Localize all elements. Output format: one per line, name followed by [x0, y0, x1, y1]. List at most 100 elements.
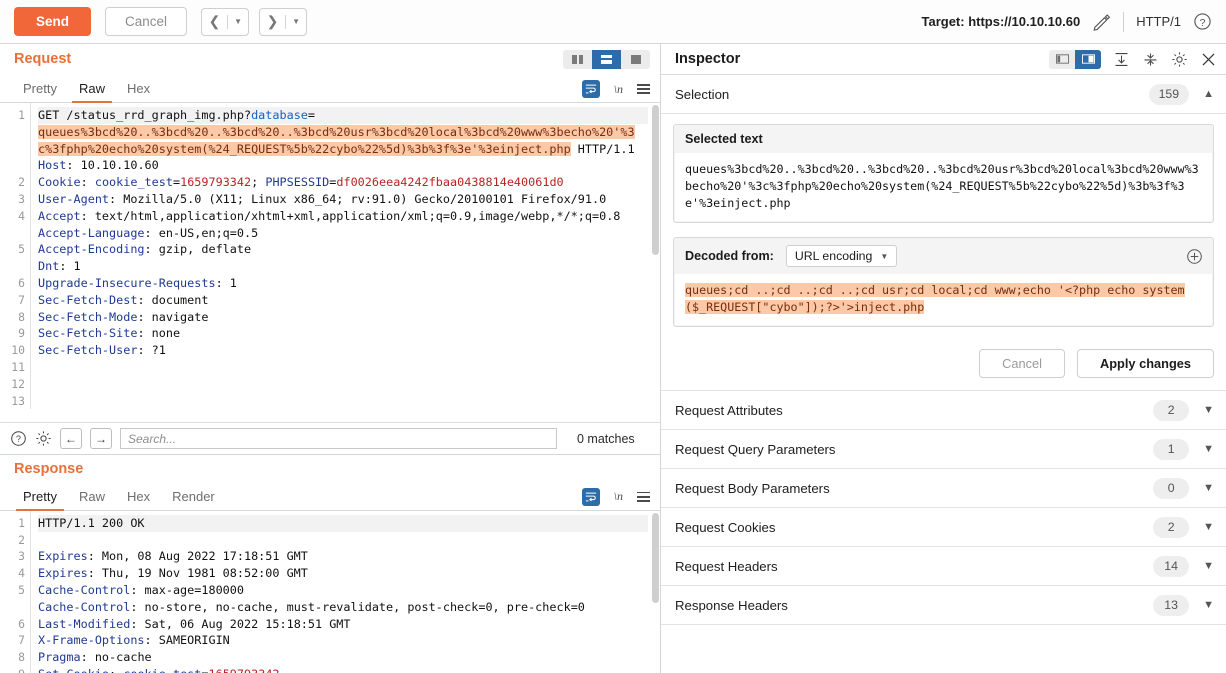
history-forward-group[interactable]: ❯ ▼ [259, 8, 307, 36]
inspector-dock-right-icon[interactable] [1075, 50, 1101, 69]
inspector-section-response-headers[interactable]: Response Headers 13 ▼ [661, 586, 1226, 625]
tab-request-raw[interactable]: Raw [68, 81, 116, 102]
request-tabs: Pretty Raw Hex \n [0, 74, 660, 103]
tab-request-hex[interactable]: Hex [116, 81, 161, 102]
apply-changes-button[interactable]: Apply changes [1077, 349, 1214, 378]
tab-response-render[interactable]: Render [161, 489, 226, 510]
selection-section-body: Selected text queues%3bcd%20..%3bcd%20..… [661, 114, 1226, 347]
response-editor[interactable]: 12345 .6789 HTTP/1.1 200 OK Expires: Mon… [0, 511, 660, 673]
cancel-button[interactable]: Cancel [105, 7, 187, 36]
search-input[interactable] [120, 428, 557, 449]
chevron-down-icon[interactable]: ▼ [1203, 521, 1214, 533]
tab-response-pretty[interactable]: Pretty [12, 489, 68, 510]
request-code[interactable]: GET /status_rrd_graph_img.php?database=q… [30, 103, 660, 409]
section-label: Selection [675, 87, 729, 102]
decoded-from-label: Decoded from: [685, 249, 774, 263]
chevron-up-icon[interactable]: ▲ [1203, 88, 1214, 100]
close-icon[interactable] [1200, 51, 1217, 68]
chevron-down-icon[interactable]: ▼ [1203, 599, 1214, 611]
editor-menu-icon[interactable] [637, 84, 650, 94]
inspector-section-request-cookies[interactable]: Request Cookies 2 ▼ [661, 508, 1226, 547]
target-label: Target: https://10.10.10.60 [921, 14, 1080, 29]
inspector-tools [1049, 50, 1217, 69]
tab-response-hex[interactable]: Hex [116, 489, 161, 510]
inspector-title: Inspector [675, 51, 740, 67]
tab-response-raw[interactable]: Raw [68, 489, 116, 510]
inspector-section-request-body-parameters[interactable]: Request Body Parameters 0 ▼ [661, 469, 1226, 508]
section-count-badge: 14 [1153, 556, 1189, 577]
selected-text-box: Selected text queues%3bcd%20..%3bcd%20..… [673, 124, 1214, 223]
send-button[interactable]: Send [14, 7, 91, 36]
word-wrap-icon[interactable] [582, 488, 600, 506]
history-forward-dropdown-icon[interactable]: ▼ [286, 9, 306, 35]
decoder-select-value: URL encoding [795, 249, 872, 263]
section-count-badge: 13 [1153, 595, 1189, 616]
newline-icon[interactable]: \n [614, 82, 623, 97]
selected-text-value[interactable]: queues%3bcd%20..%3bcd%20..%3bcd%20..%3bc… [675, 153, 1212, 221]
svg-text:?: ? [1200, 18, 1206, 29]
inspector-section-request-query-parameters[interactable]: Request Query Parameters 1 ▼ [661, 430, 1226, 469]
request-panel-title: Request [14, 51, 71, 67]
chevron-down-icon[interactable]: ▼ [1203, 482, 1214, 494]
search-prev-button[interactable]: ← [60, 428, 82, 449]
decoded-from-header: Decoded from: URL encoding ▼ [674, 238, 1213, 274]
pencil-icon[interactable] [1092, 12, 1111, 31]
search-help-icon[interactable]: ? [10, 430, 27, 447]
http-version-label[interactable]: HTTP/1 [1136, 14, 1181, 29]
gear-icon[interactable] [1171, 51, 1188, 68]
divider [1123, 12, 1124, 32]
decoder-select[interactable]: URL encoding ▼ [786, 245, 897, 267]
message-editor-column: Request Pretty Raw Hex \n [0, 44, 661, 673]
request-editor[interactable]: 1... 234. 5.67 8910111213 GET /status_rr… [0, 103, 660, 422]
svg-text:?: ? [16, 434, 21, 444]
add-decoder-icon[interactable] [1186, 248, 1203, 265]
search-settings-gear-icon[interactable] [35, 430, 52, 447]
help-icon[interactable]: ? [1193, 12, 1212, 31]
response-tabs: Pretty Raw Hex Render \n [0, 483, 660, 510]
section-label: Request Attributes [675, 403, 783, 418]
layout-stacked-icon[interactable] [592, 50, 621, 69]
chevron-down-icon[interactable]: ▼ [1203, 443, 1214, 455]
history-forward-icon[interactable]: ❯ [260, 9, 285, 35]
request-scrollbar[interactable] [652, 105, 659, 255]
word-wrap-icon[interactable] [582, 80, 600, 98]
newline-icon[interactable]: \n [614, 489, 623, 504]
response-panel-title: Response [14, 461, 83, 477]
request-panel: Request Pretty Raw Hex \n [0, 44, 660, 454]
section-label: Request Query Parameters [675, 442, 836, 457]
inspector-section-request-headers[interactable]: Request Headers 14 ▼ [661, 547, 1226, 586]
tab-request-pretty[interactable]: Pretty [12, 81, 68, 102]
history-back-icon[interactable]: ❮ [202, 9, 227, 35]
selected-text-label: Selected text [674, 125, 1213, 153]
history-back-group[interactable]: ❮ ▼ [201, 8, 249, 36]
layout-single-icon[interactable] [621, 50, 650, 69]
collapse-all-icon[interactable] [1142, 51, 1159, 68]
chevron-down-icon[interactable]: ▼ [1203, 404, 1214, 416]
response-scrollbar[interactable] [652, 513, 659, 603]
main-split: Request Pretty Raw Hex \n [0, 44, 1226, 673]
layout-side-by-side-icon[interactable] [563, 50, 592, 69]
editor-menu-icon[interactable] [637, 492, 650, 502]
inspector-dock-left-icon[interactable] [1049, 50, 1075, 69]
decoded-value-editor[interactable]: queues;cd ..;cd ..;cd ..;cd usr;cd local… [675, 274, 1212, 325]
inspector-layout-toggle-group[interactable] [1049, 50, 1101, 69]
request-line-numbers: 1... 234. 5.67 8910111213 [0, 103, 30, 409]
inspector-section-request-attributes[interactable]: Request Attributes 2 ▼ [661, 391, 1226, 430]
top-toolbar: Send Cancel ❮ ▼ ❯ ▼ Target: https://10.1… [0, 0, 1226, 44]
burp-repeater-window: Send Cancel ❮ ▼ ❯ ▼ Target: https://10.1… [0, 0, 1226, 673]
search-next-button[interactable]: → [90, 428, 112, 449]
request-title-row: Request [0, 44, 660, 74]
section-count-badge: 0 [1153, 478, 1189, 499]
section-label: Request Cookies [675, 520, 775, 535]
expand-all-icon[interactable] [1113, 51, 1130, 68]
chevron-down-icon[interactable]: ▼ [1203, 560, 1214, 572]
inspector-section-selection[interactable]: Selection 159 ▲ [661, 75, 1226, 114]
history-back-dropdown-icon[interactable]: ▼ [228, 9, 248, 35]
selection-cancel-button[interactable]: Cancel [979, 349, 1065, 378]
layout-toggle-group[interactable] [563, 50, 650, 69]
inspector-panel: Inspector [661, 44, 1226, 673]
response-code[interactable]: HTTP/1.1 200 OK Expires: Mon, 08 Aug 202… [30, 511, 660, 673]
section-count-badge: 2 [1153, 400, 1189, 421]
decoded-from-box: Decoded from: URL encoding ▼ queues;cd .… [673, 237, 1214, 327]
request-search-bar: ? ← → 0 matches [0, 422, 660, 454]
